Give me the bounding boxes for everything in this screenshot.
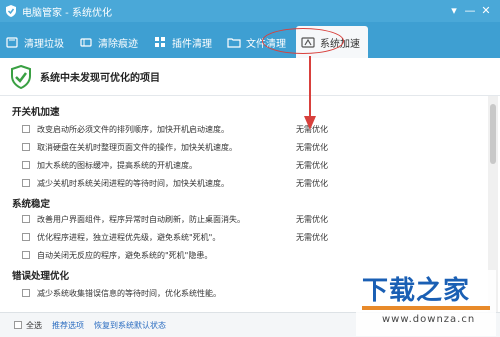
item-checkbox[interactable] — [22, 233, 30, 241]
list-item[interactable]: 减少关机时系统关闭进程的等待时间，加快关机速度。 无需优化 — [22, 176, 482, 190]
scrollbar-thumb[interactable] — [490, 104, 496, 164]
watermark-bar — [362, 306, 490, 310]
select-all-label[interactable]: 全选 — [26, 320, 42, 331]
folder-icon — [227, 38, 241, 48]
puzzle-icon — [155, 37, 165, 47]
item-label: 优化程序进程，独立进程优先级，避免系统"死机"。 — [37, 232, 221, 242]
list-item[interactable]: 自动关闭无反应的程序，避免系统的"死机"隐患。 — [22, 248, 482, 262]
shield-check-icon — [11, 64, 31, 89]
select-all-checkbox[interactable] — [14, 321, 22, 329]
tab-label: 清理垃圾 — [24, 38, 64, 50]
recommended-link[interactable]: 推荐选项 — [52, 320, 84, 331]
tab-clean-junk[interactable]: 清理垃圾 — [0, 26, 72, 58]
item-state: 无需优化 — [296, 160, 328, 170]
item-label: 取消硬盘在关机时整理页面文件的操作，加快关机速度。 — [37, 142, 237, 152]
item-checkbox[interactable] — [22, 161, 30, 169]
item-state: 无需优化 — [296, 142, 328, 152]
list-item[interactable]: 优化程序进程，独立进程优先级，避免系统"死机"。 无需优化 — [22, 230, 482, 244]
tab-label: 插件清理 — [172, 38, 212, 50]
item-state: 无需优化 — [296, 178, 328, 188]
title-bar: 电脑管家 - 系统优化 ▾ — ✕ — [0, 0, 500, 22]
list-item[interactable]: 取消硬盘在关机时整理页面文件的操作，加快关机速度。 无需优化 — [22, 140, 482, 154]
watermark-site: www.downza.cn — [382, 314, 476, 325]
list-item[interactable]: 加大系统的图标缓冲，提高系统的开机速度。 无需优化 — [22, 158, 482, 172]
menu-icon[interactable]: ▾ — [446, 3, 462, 19]
watermark: 下载之家 www.downza.cn — [356, 270, 496, 336]
watermark-logo: 下载之家 — [362, 276, 471, 306]
item-label: 改变启动所必须文件的排列顺序，加快开机启动速度。 — [37, 124, 229, 134]
rocket-icon — [301, 37, 315, 48]
tab-system-boost[interactable]: 系统加速 — [296, 26, 368, 58]
item-label: 减少系统收集错误信息的等待时间，优化系统性能。 — [37, 288, 221, 298]
app-logo-icon — [6, 5, 16, 17]
item-state: 无需优化 — [296, 124, 328, 134]
list-item[interactable]: 改变启动所必须文件的排列顺序，加快开机启动速度。 无需优化 — [22, 122, 482, 136]
minimize-icon[interactable]: — — [462, 3, 478, 19]
item-checkbox[interactable] — [22, 125, 30, 133]
tab-clear-traces[interactable]: 清除痕迹 — [74, 26, 146, 58]
item-checkbox[interactable] — [22, 289, 30, 297]
item-label: 改善用户界面组件，程序异常时自动刷新，防止桌面消失。 — [37, 214, 245, 224]
tab-file-clean[interactable]: 文件清理 — [222, 26, 294, 58]
item-label: 自动关闭无反应的程序，避免系统的"死机"隐患。 — [37, 250, 213, 260]
item-state: 无需优化 — [296, 214, 328, 224]
window-title: 电脑管家 - 系统优化 — [22, 7, 112, 19]
item-label: 加大系统的图标缓冲，提高系统的开机速度。 — [37, 160, 197, 170]
section-title-error-handling: 错误处理优化 — [12, 271, 70, 282]
item-label: 减少关机时系统关闭进程的等待时间，加快关机速度。 — [37, 178, 229, 188]
tab-label: 文件清理 — [246, 38, 286, 50]
item-checkbox[interactable] — [22, 215, 30, 223]
close-icon[interactable]: ✕ — [478, 3, 494, 19]
tab-label: 清除痕迹 — [98, 38, 138, 50]
item-checkbox[interactable] — [22, 179, 30, 187]
status-message: 系统中未发现可优化的项目 — [40, 73, 160, 84]
section-title-boot: 开关机加速 — [12, 107, 60, 118]
item-checkbox[interactable] — [22, 251, 30, 259]
item-state: 无需优化 — [296, 232, 328, 242]
item-checkbox[interactable] — [22, 143, 30, 151]
tab-label: 系统加速 — [320, 38, 360, 50]
eraser-icon — [80, 38, 92, 47]
tab-bar: 清理垃圾 清除痕迹 插件清理 文件清理 系统加速 — [0, 22, 500, 58]
restore-default-link[interactable]: 恢复到系统默认状态 — [94, 320, 166, 331]
tab-plugin-clean[interactable]: 插件清理 — [148, 26, 220, 58]
list-item[interactable]: 改善用户界面组件，程序异常时自动刷新，防止桌面消失。 无需优化 — [22, 212, 482, 226]
broom-icon — [6, 37, 18, 48]
section-title-stability: 系统稳定 — [12, 199, 51, 210]
status-header: 系统中未发现可优化的项目 — [0, 58, 500, 96]
